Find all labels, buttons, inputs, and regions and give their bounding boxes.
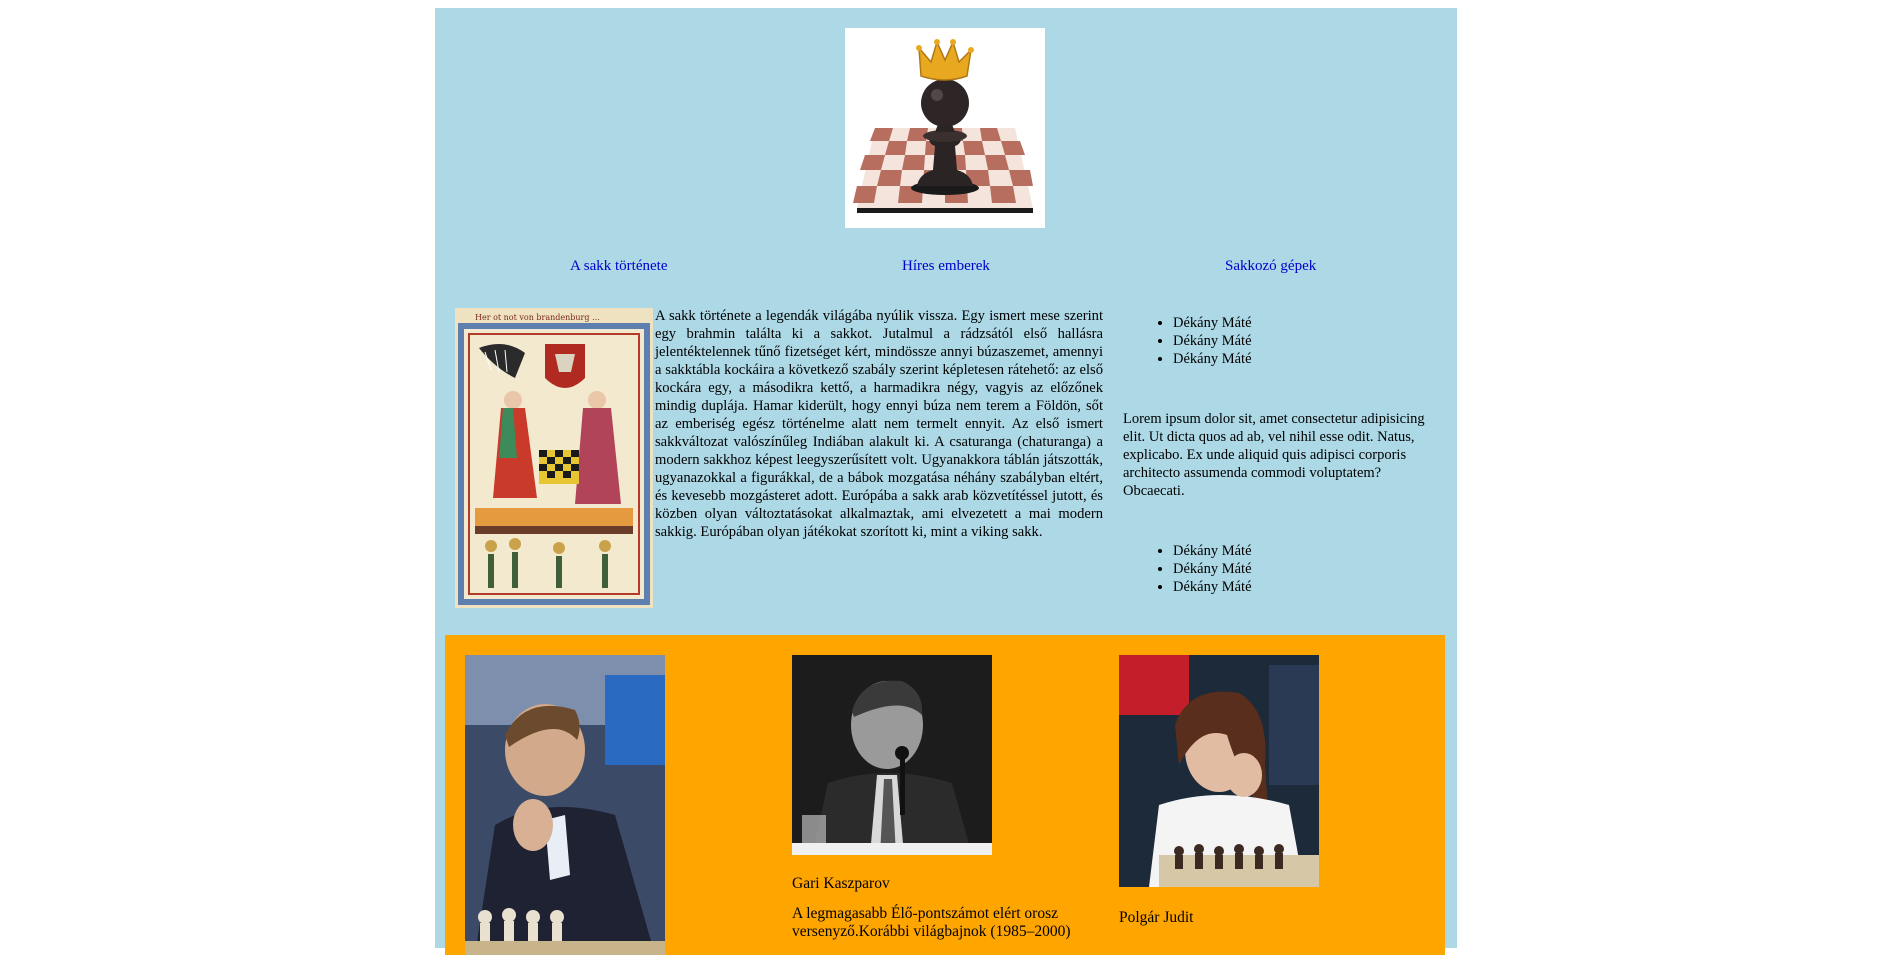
- polgar-name: Polgár Judit: [1119, 909, 1194, 926]
- player-card-carlsen: [465, 655, 775, 955]
- kasparov-photo: [792, 655, 992, 855]
- list-item: Dékány Máté: [1173, 560, 1453, 578]
- chess-history-text: A sakk története a legendák világába nyú…: [655, 308, 1103, 540]
- famous-players-section: Gari Kaszparov A legmagasabb Élő-pontszá…: [445, 635, 1445, 955]
- svg-text:Her ot not von brandenburg ...: Her ot not von brandenburg ...: [475, 313, 600, 322]
- crowned-pawn-icon: [853, 39, 1033, 213]
- nav-link-chess-machines[interactable]: Sakkozó gépek: [1225, 258, 1316, 275]
- navigation-bar: A sakk története Híres emberek Sakkozó g…: [435, 248, 1457, 288]
- player-card-polgar: Polgár Judit: [1119, 655, 1429, 927]
- list-item: Dékány Máté: [1173, 314, 1453, 332]
- list-item: Dékány Máté: [1173, 332, 1453, 350]
- nav-link-famous-people[interactable]: Híres emberek: [902, 258, 990, 275]
- sidebar: Dékány Máté Dékány Máté Dékány Máté Lore…: [1123, 314, 1453, 596]
- kasparov-name: Gari Kaszparov: [792, 875, 890, 892]
- list-item: Dékány Máté: [1173, 350, 1453, 368]
- lorem-paragraph: Lorem ipsum dolor sit, amet consectetur …: [1123, 411, 1425, 499]
- chess-logo-image: [845, 28, 1045, 228]
- list-item: Dékány Máté: [1173, 578, 1453, 596]
- medieval-chess-illustration: Her ot not von brandenburg ...: [455, 308, 653, 608]
- carlsen-photo: [465, 655, 665, 955]
- name-list-bottom: Dékány Máté Dékány Máté Dékány Máté: [1123, 542, 1453, 596]
- player-card-kasparov: Gari Kaszparov A legmagasabb Élő-pontszá…: [792, 655, 1102, 941]
- nav-link-history[interactable]: A sakk története: [570, 258, 667, 275]
- list-item: Dékány Máté: [1173, 542, 1453, 560]
- name-list-top: Dékány Máté Dékány Máté Dékány Máté: [1123, 314, 1453, 368]
- polgar-photo: [1119, 655, 1319, 887]
- kasparov-description: A legmagasabb Élő-pontszámot elért orosz…: [792, 905, 1071, 940]
- page-container: A sakk története Híres emberek Sakkozó g…: [435, 8, 1457, 955]
